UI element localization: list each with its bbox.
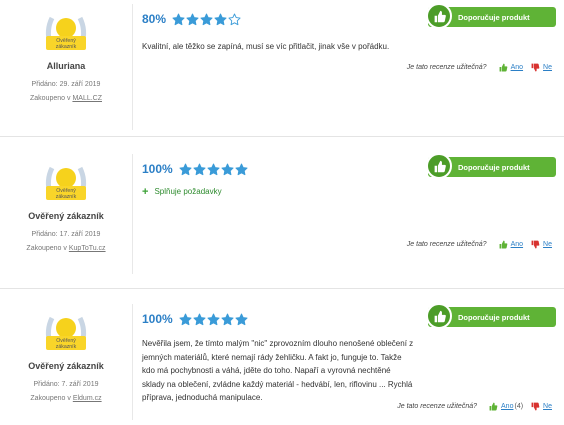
- star-filled-icon: [200, 13, 213, 25]
- review-date: Přidáno: 29. září 2019: [31, 81, 101, 88]
- vote-yes-count: (4): [514, 403, 524, 410]
- purchase-prefix: Zakoupeno v: [30, 395, 71, 402]
- star-filled-icon: [221, 163, 234, 175]
- purchase-source: Zakoupeno v KupToTu.cz: [0, 243, 132, 255]
- recommend-badge: Doporučuje produkt: [426, 303, 556, 329]
- review-card: Ověřený zákazník Ověřený zákazník Přidán…: [0, 300, 564, 425]
- review-separator: [0, 136, 564, 137]
- recommend-label: Doporučuje produkt: [458, 12, 530, 22]
- shop-link[interactable]: Eldum.cz: [73, 395, 102, 402]
- recommend-badge: Doporučuje produkt: [426, 153, 556, 179]
- star-filled-icon: [179, 313, 192, 325]
- star-filled-icon: [179, 163, 192, 175]
- vote-no[interactable]: Ne: [531, 63, 552, 72]
- vote-no-link[interactable]: Ne: [543, 403, 552, 410]
- thumb-up-icon: [489, 402, 498, 411]
- purchase-prefix: Zakoupeno v: [30, 95, 71, 102]
- star-filled-icon: [193, 313, 206, 325]
- purchase-source: Zakoupeno v MALL.CZ: [0, 93, 132, 105]
- reviewer-info: Ověřený zákazník Alluriana Přidáno: 29. …: [0, 8, 132, 105]
- rating-percent: 80%: [142, 12, 167, 26]
- reviewer-info: Ověřený zákazník Ověřený zákazník Přidán…: [0, 158, 132, 255]
- pros-item: + Splňuje požadavky: [142, 185, 222, 198]
- reviewer-name: Alluriana: [46, 61, 86, 71]
- star-filled-icon: [235, 313, 248, 325]
- review-text: Nevěřila jsem, že tímto malým "nic" zpro…: [142, 339, 414, 402]
- recommend-label: Doporučuje produkt: [458, 162, 530, 172]
- vote-no[interactable]: Ne: [531, 402, 552, 411]
- rating-stars: [172, 13, 241, 26]
- purchase-prefix: Zakoupeno v: [26, 245, 67, 252]
- vote-yes[interactable]: Ano: [499, 63, 523, 72]
- plus-icon: +: [142, 185, 149, 198]
- review-date: Přidáno: 17. září 2019: [31, 231, 101, 238]
- review-separator: [0, 288, 564, 289]
- helpful-prompt: Je tato recenze užitečná? Ano (4) Ne: [397, 402, 552, 411]
- helpful-prompt: Je tato recenze užitečná? Ano Ne: [407, 240, 552, 249]
- vote-yes[interactable]: Ano: [499, 240, 523, 249]
- review-card: Ověřený zákazník Alluriana Přidáno: 29. …: [0, 0, 564, 136]
- svg-text:zákazník: zákazník: [56, 44, 77, 50]
- svg-text:zákazník: zákazník: [56, 194, 77, 200]
- star-empty-icon: [228, 13, 241, 25]
- thumb-up-icon: [426, 3, 452, 29]
- review-card: Ověřený zákazník Ověřený zákazník Přidán…: [0, 150, 564, 280]
- thumb-up-icon: [499, 240, 507, 249]
- pros-text: Splňuje požadavky: [154, 187, 222, 196]
- rating-stars: [179, 163, 248, 176]
- vote-yes-link[interactable]: Ano: [511, 241, 523, 248]
- recommend-badge: Doporučuje produkt: [426, 3, 556, 29]
- vote-yes-link[interactable]: Ano: [501, 403, 513, 410]
- vote-no-link[interactable]: Ne: [543, 64, 552, 71]
- star-filled-icon: [207, 313, 220, 325]
- shop-link[interactable]: MALL.CZ: [72, 95, 102, 102]
- vote-no[interactable]: Ne: [531, 240, 552, 249]
- rating-percent: 100%: [142, 162, 173, 176]
- star-filled-icon: [221, 313, 234, 325]
- vote-yes[interactable]: Ano (4): [489, 402, 523, 411]
- star-filled-icon: [172, 13, 185, 25]
- helpful-question: Je tato recenze užitečná?: [406, 64, 487, 71]
- star-filled-icon: [207, 163, 220, 175]
- rating: 80%: [142, 12, 241, 26]
- verified-customer-badge-icon: Ověřený zákazník: [45, 16, 87, 50]
- thumb-up-icon: [426, 303, 452, 329]
- svg-text:zákazník: zákazník: [56, 344, 77, 350]
- recommend-label: Doporučuje produkt: [458, 312, 530, 322]
- thumb-up-icon: [499, 63, 507, 72]
- star-filled-icon: [214, 13, 227, 25]
- helpful-question: Je tato recenze užitečná?: [397, 403, 478, 410]
- review-text: Kvalitní, ale těžko se zapíná, musí se v…: [142, 42, 390, 51]
- star-filled-icon: [186, 13, 199, 25]
- vote-yes-link[interactable]: Ano: [511, 64, 523, 71]
- verified-customer-badge-icon: Ověřený zákazník: [45, 166, 87, 200]
- purchase-source: Zakoupeno v Eldum.cz: [0, 393, 132, 405]
- thumb-up-icon: [426, 153, 452, 179]
- thumb-down-icon: [531, 240, 540, 249]
- rating-percent: 100%: [142, 312, 173, 326]
- rating-stars: [179, 313, 248, 326]
- divider: [132, 4, 133, 130]
- thumb-down-icon: [531, 402, 540, 411]
- helpful-question: Je tato recenze užitečná?: [406, 241, 487, 248]
- thumb-down-icon: [531, 63, 540, 72]
- reviewer-name: Ověřený zákazník: [28, 361, 104, 371]
- vote-no-link[interactable]: Ne: [543, 241, 552, 248]
- shop-link[interactable]: KupToTu.cz: [69, 245, 106, 252]
- divider: [132, 304, 133, 420]
- reviewer-info: Ověřený zákazník Ověřený zákazník Přidán…: [0, 308, 132, 405]
- verified-customer-badge-icon: Ověřený zákazník: [45, 316, 87, 350]
- rating: 100%: [142, 162, 248, 176]
- divider: [132, 154, 133, 274]
- star-filled-icon: [235, 163, 248, 175]
- review-date: Přidáno: 7. září 2019: [33, 381, 99, 388]
- helpful-prompt: Je tato recenze užitečná? Ano Ne: [407, 63, 552, 72]
- reviewer-name: Ověřený zákazník: [28, 211, 104, 221]
- star-filled-icon: [193, 163, 206, 175]
- rating: 100%: [142, 312, 248, 326]
